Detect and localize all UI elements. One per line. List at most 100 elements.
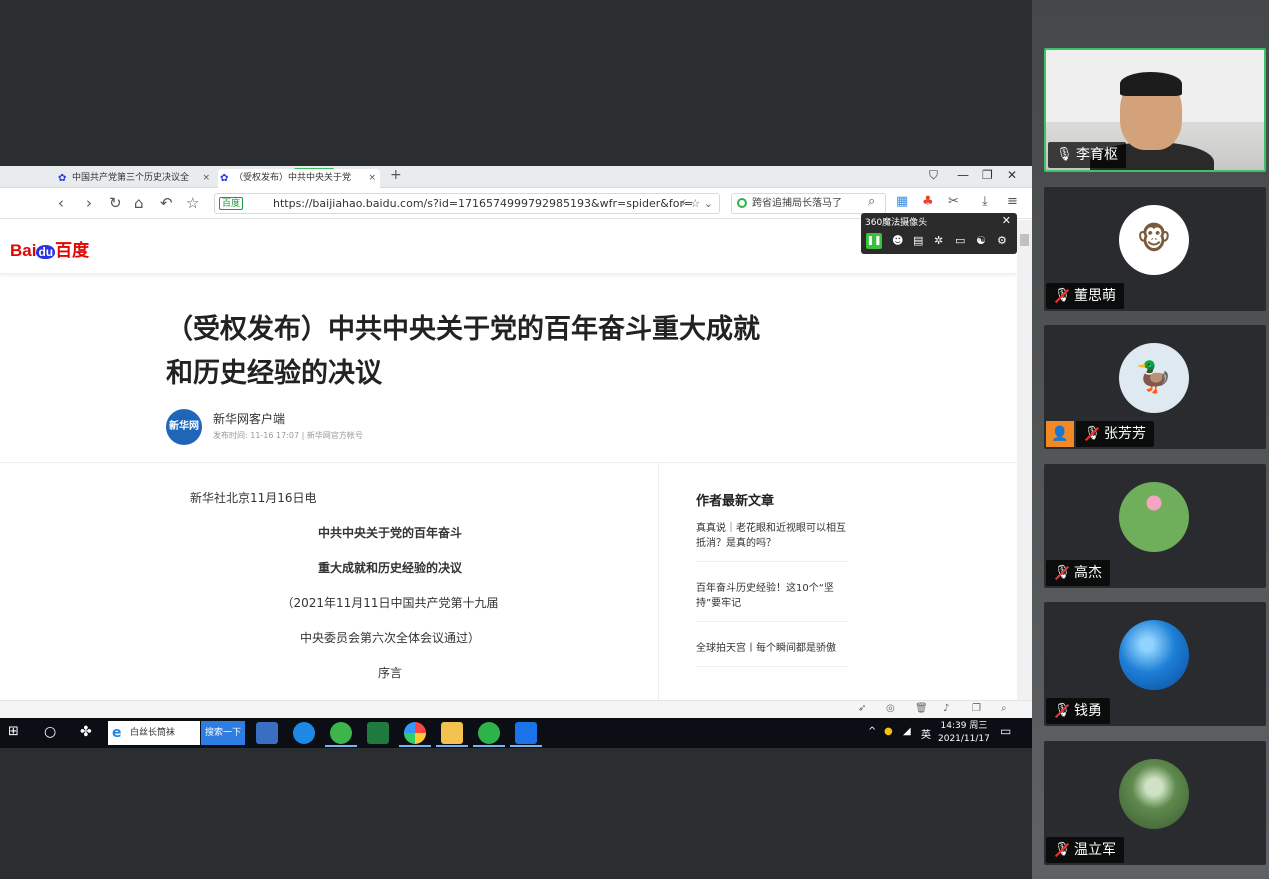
- participant-nameplate: 🎙 钱勇: [1046, 698, 1110, 724]
- resolution-title-1: 中共中央关于党的百年奋斗: [317, 526, 462, 540]
- face-effect-icon[interactable]: ☻: [892, 234, 903, 247]
- pause-icon[interactable]: ❚❚: [866, 233, 882, 249]
- rocket-icon[interactable]: ➶: [858, 703, 866, 714]
- system-clock[interactable]: 14:39 周三 2021/11/17: [938, 720, 990, 746]
- word-app-icon[interactable]: [256, 722, 278, 744]
- author-name[interactable]: 新华网客户端: [213, 410, 285, 427]
- participant-name: 钱勇: [1074, 703, 1102, 719]
- article-body: 新华社北京11月16日电 中共中央关于党的百年奋斗 重大成就和历史经验的决议 （…: [140, 488, 640, 698]
- baidu-paw-icon: ✿: [58, 173, 67, 184]
- search-box[interactable]: 跨省追捕局长落马了: [731, 193, 886, 214]
- speedup-icon[interactable]: ◎: [886, 703, 895, 714]
- tray-360-icon[interactable]: ●: [884, 726, 893, 737]
- home-icon[interactable]: ⌂: [134, 194, 144, 212]
- restore-button[interactable]: ❐: [982, 168, 993, 182]
- minimize-button[interactable]: —: [957, 168, 969, 182]
- participant-tile[interactable]: 🎙 钱勇: [1044, 602, 1266, 726]
- apps-grid-icon[interactable]: ▦: [896, 194, 908, 209]
- 360-se-icon[interactable]: [404, 722, 426, 744]
- resolution-subtitle-2: 中央委员会第六次全体会议通过）: [299, 631, 480, 645]
- participant-name: 张芳芳: [1104, 426, 1146, 442]
- participant-tile[interactable]: 🦆 👤 🎙 张芳芳: [1044, 325, 1266, 449]
- notification-icon[interactable]: ▭: [1000, 724, 1011, 738]
- tab-title: 中国共产党第三个历史决议全: [72, 173, 190, 183]
- undo-close-icon[interactable]: ↶: [160, 194, 173, 212]
- browser-statusbar: ➶ ◎ 🗑 ♪ ❐ ⌕: [0, 700, 1032, 718]
- participant-tile[interactable]: 🎙 高杰: [1044, 464, 1266, 588]
- participant-name: 董思萌: [1074, 288, 1116, 304]
- close-tab-icon[interactable]: ×: [202, 169, 210, 188]
- forward-icon[interactable]: ›: [86, 194, 92, 212]
- ie-search-button[interactable]: 搜索一下: [201, 721, 245, 745]
- participant-panel: 🎙 李育枢 🐵 🎙 董思萌 🦆 👤 🎙 张芳芳 🎙 高杰 🎙 钱勇 🎙 温立军: [1032, 0, 1269, 879]
- tab-title: （受权发布）中共中央关于党: [234, 173, 352, 183]
- trash-icon[interactable]: 🗑: [915, 703, 928, 714]
- chat-icon[interactable]: ▤: [913, 234, 923, 247]
- address-bar[interactable]: 百度 https://baijiahao.baidu.com/s?id=1716…: [214, 193, 720, 214]
- latest-article-link[interactable]: 真真说｜老花眼和近视眼可以相互抵消？是真的吗？: [696, 521, 848, 562]
- tab-history-resolution[interactable]: ✿ 中国共产党第三个历史决议全 ×: [56, 169, 214, 188]
- weibo-icon[interactable]: ☯: [976, 234, 986, 247]
- camera-popup-title: 360魔法摄像头: [865, 218, 928, 228]
- participant-tile[interactable]: 🎙 李育枢: [1044, 48, 1266, 172]
- favorite-star-icon[interactable]: ☆: [186, 194, 199, 212]
- shirt-skin-icon[interactable]: ⛉: [929, 168, 938, 183]
- author-avatar[interactable]: 新华网: [166, 409, 202, 445]
- participant-name: 高杰: [1074, 565, 1102, 581]
- close-icon[interactable]: ✕: [1002, 214, 1011, 227]
- network-icon[interactable]: ◢: [903, 726, 911, 737]
- address-actions-icon[interactable]: ⚡ ☆ ⌄: [679, 194, 713, 213]
- divider: [0, 462, 1017, 463]
- microphone-muted-icon: 🎙: [1054, 565, 1071, 580]
- tray-expand-icon[interactable]: ^: [868, 726, 876, 737]
- excel-icon[interactable]: [367, 722, 389, 744]
- meeting-app-icon[interactable]: [515, 722, 537, 744]
- participant-name: 温立军: [1074, 842, 1116, 858]
- duck-avatar: 🦆: [1119, 343, 1189, 413]
- close-tab-icon[interactable]: ×: [368, 169, 376, 188]
- participant-tile[interactable]: 🎙 温立军: [1044, 741, 1266, 865]
- menu-icon[interactable]: ≡: [1007, 194, 1018, 209]
- window-icon[interactable]: ❐: [972, 703, 981, 714]
- file-explorer-icon[interactable]: [441, 722, 463, 744]
- tab-active-article[interactable]: ✿ （受权发布）中共中央关于党 ×: [218, 169, 380, 188]
- refresh-icon[interactable]: ↻: [109, 194, 122, 212]
- volume-icon[interactable]: ♪: [943, 703, 949, 714]
- author-latest-title: 作者最新文章: [696, 494, 775, 509]
- latest-article-link[interactable]: 百年奋斗历史经验！这10个“坚持”要牢记: [696, 581, 848, 622]
- edge-icon[interactable]: [293, 722, 315, 744]
- cortana-circle-icon[interactable]: ○: [44, 724, 56, 740]
- microphone-muted-icon: 🎙: [1054, 288, 1071, 303]
- 360-browser-icon[interactable]: [330, 722, 352, 744]
- participant-nameplate: 🎙 高杰: [1046, 560, 1110, 586]
- scrollbar-thumb[interactable]: [1020, 234, 1029, 246]
- zoom-icon[interactable]: ⌕: [1001, 703, 1007, 714]
- ime-indicator[interactable]: 英: [921, 726, 931, 741]
- back-icon[interactable]: ‹: [58, 194, 64, 212]
- settings-gear-icon[interactable]: ⚙: [997, 234, 1007, 247]
- participant-tile[interactable]: 🐵 🎙 董思萌: [1044, 187, 1266, 311]
- microphone-muted-icon: 🎙: [1054, 703, 1071, 718]
- monkey-avatar: 🐵: [1119, 205, 1189, 275]
- game-icon[interactable]: ♣: [922, 194, 934, 209]
- baidu-logo[interactable]: Bai du 百度: [10, 236, 89, 261]
- windows-start-icon[interactable]: ⊞: [8, 724, 19, 739]
- pinwheel-icon[interactable]: ✤: [80, 724, 92, 740]
- ie-search-box[interactable]: e 白丝长筒袜: [108, 721, 200, 745]
- wechat-icon[interactable]: [478, 722, 500, 744]
- participant-nameplate: 🎙 董思萌: [1046, 283, 1124, 309]
- scrollbar[interactable]: [1017, 220, 1032, 700]
- magic-icon[interactable]: ✲: [934, 234, 943, 247]
- screen-icon[interactable]: ▭: [955, 234, 965, 247]
- search-icon[interactable]: ⌕: [868, 194, 875, 209]
- tab-bar: ✿ 中国共产党第三个历史决议全 × ✿ （受权发布）中共中央关于党 × + ⛉ …: [0, 166, 1032, 188]
- download-icon[interactable]: ⤓: [982, 194, 988, 209]
- new-tab-button[interactable]: +: [390, 167, 402, 183]
- latest-article-link[interactable]: 全球拍天宫丨每个瞬间都是骄傲: [696, 641, 848, 667]
- baidu-paw-icon: ✿: [220, 173, 229, 184]
- scissors-icon[interactable]: ✂: [948, 194, 959, 209]
- participant-nameplate: 🎙 张芳芳: [1076, 421, 1154, 447]
- globe-avatar: [1119, 620, 1189, 690]
- close-window-button[interactable]: ✕: [1007, 168, 1017, 182]
- article-headline: （受权发布）中共中央关于党的百年奋斗重大成就 和历史经验的决议: [166, 314, 760, 389]
